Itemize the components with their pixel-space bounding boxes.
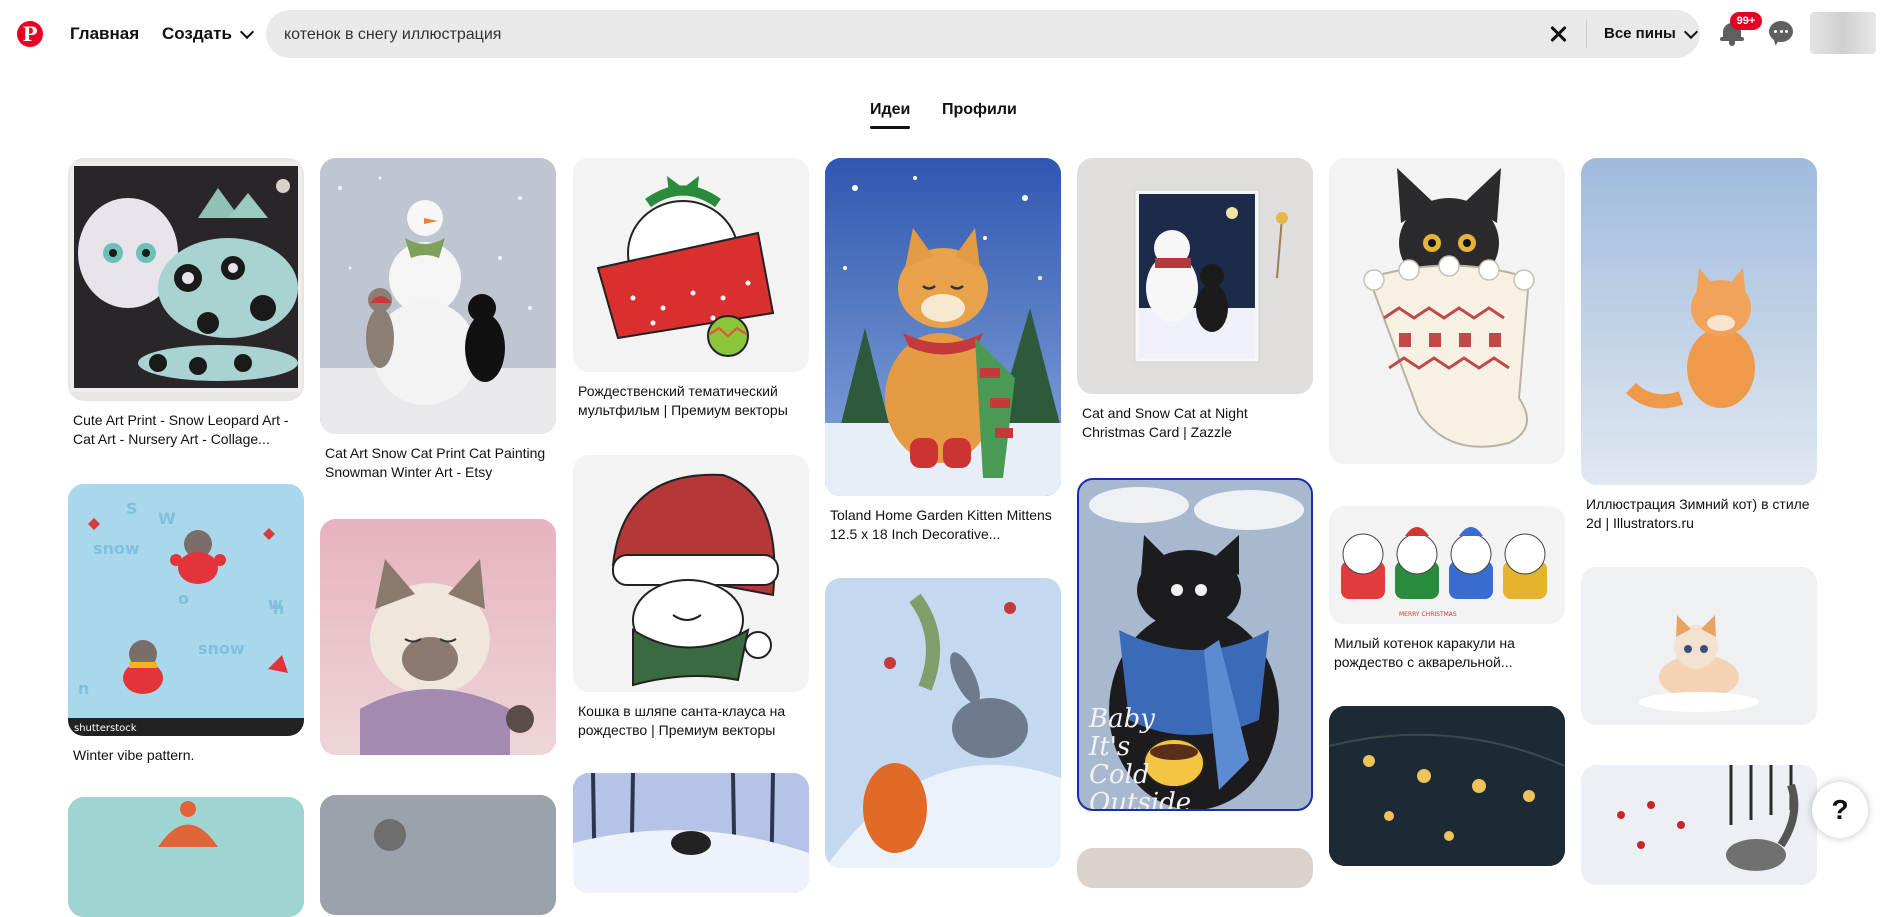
pin-image xyxy=(1329,158,1565,464)
active-tab-indicator xyxy=(870,126,910,129)
pin-caption: Рождественский тематический мультфильм |… xyxy=(578,383,788,418)
nav-create-label: Создать xyxy=(162,24,232,43)
svg-text:n: n xyxy=(78,679,89,698)
pin-card[interactable]: S Wsnow w snow n no shutterstock Winter vib… xyxy=(68,484,304,765)
pin-image xyxy=(825,158,1061,496)
svg-text:o: o xyxy=(178,589,189,608)
svg-text:MERRY CHRISTMAS: MERRY CHRISTMAS xyxy=(1399,611,1457,618)
pin-image xyxy=(1329,706,1565,866)
pin-card[interactable]: Иллюстрация Зимний кот) в стиле 2d | Ill… xyxy=(1581,158,1817,533)
svg-text:snow: snow xyxy=(198,639,245,658)
chevron-down-icon xyxy=(1683,24,1698,39)
pin-caption: Cute Art Print - Snow Leopard Art - Cat … xyxy=(73,412,289,447)
pin-image xyxy=(320,158,556,434)
pin-image xyxy=(320,519,556,755)
pin-image xyxy=(825,578,1061,868)
pin-caption: Toland Home Garden Kitten Mittens 12.5 x… xyxy=(830,507,1052,542)
svg-text:snow: snow xyxy=(93,539,140,558)
pin-image xyxy=(68,158,304,401)
pin-card[interactable] xyxy=(320,795,556,915)
svg-text:W: W xyxy=(158,509,176,528)
pin-card[interactable]: Cat and Snow Cat at Night Christmas Card… xyxy=(1077,158,1313,442)
top-nav: P Главная Создать Все пины 99+ xyxy=(0,0,1884,68)
pin-filter-dropdown[interactable]: Все пины xyxy=(1604,20,1698,48)
svg-text:S: S xyxy=(126,499,138,518)
nav-home-link[interactable]: Главная xyxy=(70,20,139,48)
pin-card[interactable]: Toland Home Garden Kitten Mittens 12.5 x… xyxy=(825,158,1061,544)
notifications-badge: 99+ xyxy=(1730,12,1762,30)
tab-ideas[interactable]: Идеи xyxy=(870,98,910,122)
pin-card[interactable]: Cute Art Print - Snow Leopard Art - Cat … xyxy=(68,158,304,449)
pin-caption: Кошка в шляпе санта-клауса на рождество … xyxy=(578,703,786,738)
pin-image xyxy=(573,455,809,692)
pin-card[interactable] xyxy=(1581,567,1817,725)
search-bar: Все пины xyxy=(266,10,1700,60)
pin-caption: Winter vibe pattern. xyxy=(73,747,195,763)
messages-icon[interactable] xyxy=(1769,21,1793,47)
pin-image: S Wsnow w snow n no shutterstock xyxy=(68,484,304,736)
pin-card[interactable] xyxy=(825,578,1061,868)
pin-card[interactable]: Baby It's Cold Outside xyxy=(1077,478,1313,811)
pin-overlay-text: Baby It's Cold Outside xyxy=(1089,704,1192,811)
pinterest-logo-icon[interactable]: P xyxy=(17,21,43,47)
pin-card[interactable] xyxy=(573,773,809,893)
pin-card[interactable] xyxy=(1077,848,1313,888)
svg-text:n: n xyxy=(273,599,284,618)
chevron-down-icon xyxy=(239,24,254,39)
pin-filter-label: Все пины xyxy=(1604,25,1676,42)
pin-card[interactable]: Кошка в шляпе санта-клауса на рождество … xyxy=(573,455,809,740)
clear-search-icon[interactable] xyxy=(1546,22,1570,46)
pin-card[interactable] xyxy=(1581,765,1817,885)
pin-image xyxy=(573,158,809,372)
pin-card[interactable] xyxy=(68,797,304,917)
pin-image: Baby It's Cold Outside xyxy=(1077,478,1313,811)
pin-image xyxy=(1077,158,1313,394)
search-divider xyxy=(1586,20,1587,48)
pin-caption: Cat and Snow Cat at Night Christmas Card… xyxy=(1082,405,1248,440)
pin-card[interactable] xyxy=(320,519,556,755)
pin-caption: Милый котенок каракули на рождество с ак… xyxy=(1334,635,1515,670)
pin-image: MERRY CHRISTMAS xyxy=(1329,506,1565,624)
pin-image xyxy=(68,797,304,917)
pin-card[interactable]: Cat Art Snow Cat Print Cat Painting Snow… xyxy=(320,158,556,482)
search-input[interactable] xyxy=(282,10,1486,60)
nav-create-menu[interactable]: Создать xyxy=(162,20,254,48)
watermark-text: shutterstock xyxy=(74,723,137,734)
pin-card[interactable] xyxy=(1329,706,1565,866)
pin-image xyxy=(1581,567,1817,725)
pin-image xyxy=(1581,765,1817,885)
pin-image xyxy=(573,773,809,893)
pin-card[interactable] xyxy=(1329,158,1565,464)
pin-card[interactable]: MERRY CHRISTMAS Милый котенок каракули н… xyxy=(1329,506,1565,672)
tab-profiles[interactable]: Профили xyxy=(942,98,1017,122)
help-button[interactable]: ? xyxy=(1812,782,1868,838)
pin-card[interactable]: Рождественский тематический мультфильм |… xyxy=(573,158,809,420)
pin-caption: Cat Art Snow Cat Print Cat Painting Snow… xyxy=(325,445,546,480)
pin-image xyxy=(1077,848,1313,888)
pin-image xyxy=(320,795,556,915)
pin-image xyxy=(1581,158,1817,485)
profile-avatar[interactable] xyxy=(1810,12,1876,54)
pin-caption: Иллюстрация Зимний кот) в стиле 2d | Ill… xyxy=(1586,496,1810,531)
